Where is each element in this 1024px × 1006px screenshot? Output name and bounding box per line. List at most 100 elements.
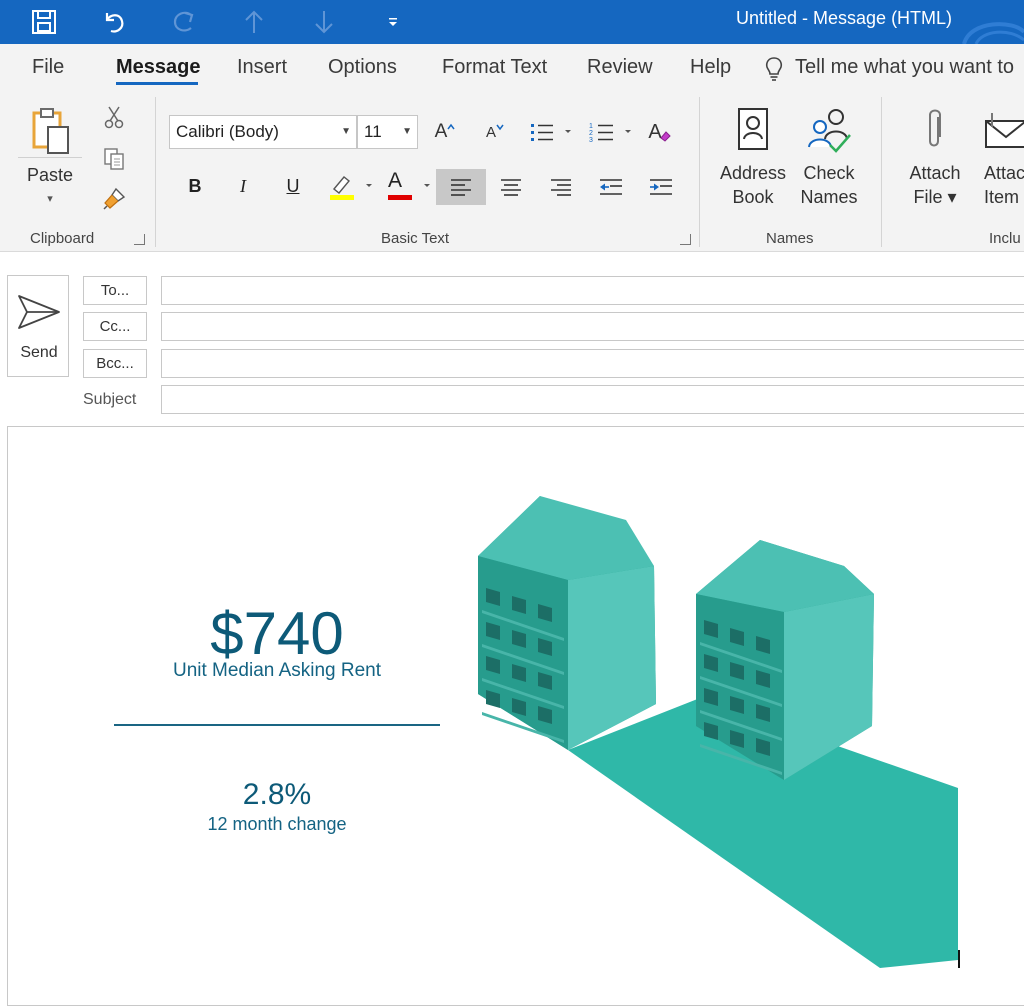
increase-indent-button[interactable] [644,169,678,205]
ribbon-separator [881,97,882,247]
grow-font-letter: A [434,121,448,142]
attach-item-label-line2: Item [984,187,1020,207]
next-item-icon[interactable] [308,6,340,38]
check-names-label-line1: Check [803,163,855,183]
cut-button[interactable] [100,103,128,131]
window-title: Untitled - Message (HTML) [736,8,953,28]
shrink-font-button[interactable]: A [480,117,510,147]
title-bar: Untitled - Message (HTML) [0,0,1024,44]
underline-button[interactable]: U [276,169,310,203]
chevron-down-icon: ▼ [341,126,351,137]
shrink-font-letter: A [485,123,496,141]
up-caret-icon [447,123,455,130]
rent-label: Unit Median Asking Rent [172,660,382,681]
format-painter-button[interactable] [100,185,128,213]
buildings-illustration [478,496,960,968]
bold-button[interactable]: B [178,169,212,203]
menu-bar: File Message Insert Options Format Text … [0,44,1024,91]
align-center-button[interactable] [494,169,528,205]
send-label: Send [20,344,58,361]
tab-format-text[interactable]: Format Text [442,56,547,79]
paste-label: Paste [26,165,74,185]
down-caret-icon [496,124,504,131]
attach-item-button[interactable]: Attac Item [978,101,1024,213]
paste-caret: ▾ [47,193,53,205]
font-name-dropdown[interactable]: Calibri (Body) ▼ [169,115,357,149]
send-button[interactable]: Send [7,275,69,377]
highlight-button[interactable] [324,169,376,203]
numbering-icon: 1 2 3 [589,123,631,144]
active-tab-indicator [116,82,198,85]
envelope-icon [985,113,1024,148]
tab-help[interactable]: Help [690,56,731,79]
increase-indent-icon [650,179,672,195]
font-color-button[interactable]: A [382,169,434,203]
attach-file-label-line1: Attach [909,163,961,183]
font-name-value: Calibri (Body) [176,122,279,141]
tab-message[interactable]: Message [116,56,201,79]
cursor-marker [958,950,960,968]
copy-icon [104,148,124,170]
attach-file-button[interactable]: Attach File ▾ [900,101,970,213]
align-right-button[interactable] [544,169,578,205]
undo-icon[interactable] [98,6,130,38]
tab-review[interactable]: Review [587,56,653,79]
lightbulb-icon [765,57,783,81]
names-group-label: Names [766,230,814,247]
decrease-indent-icon [600,179,622,195]
check-names-button[interactable]: Check Names [794,101,864,213]
bcc-button[interactable]: Bcc... [83,349,147,378]
to-field[interactable] [161,276,1024,305]
subject-field[interactable] [161,385,1024,414]
cc-button[interactable]: Cc... [83,312,147,341]
eraser-icon [659,131,671,142]
include-group-label: Inclu [989,230,1021,247]
ribbon-separator [699,97,700,247]
decrease-indent-button[interactable] [594,169,628,205]
font-color-letter: A [388,169,403,192]
attach-item-label-line1: Attac [984,163,1024,183]
scissors-icon [104,106,124,129]
check-names-icon [808,109,851,153]
tab-file[interactable]: File [32,56,64,79]
address-book-icon [738,108,768,150]
svg-text:2: 2 [589,130,593,137]
address-book-button[interactable]: Address Book [716,101,790,213]
cc-field[interactable] [161,312,1024,341]
bullets-button[interactable] [524,117,574,147]
bullets-icon [531,124,571,141]
tab-options[interactable]: Options [328,56,397,79]
save-icon[interactable] [28,6,60,38]
svg-text:1: 1 [589,123,593,130]
check-names-label-line2: Names [800,187,858,207]
tab-insert[interactable]: Insert [237,56,287,79]
customize-toolbar-icon[interactable] [377,6,409,38]
basic-text-dialog-launcher[interactable] [680,234,691,245]
font-size-value: 11 [364,122,382,141]
align-left-button[interactable] [436,169,486,205]
address-book-label-line2: Book [732,187,774,207]
align-right-icon [551,179,571,196]
clipboard-dialog-launcher[interactable] [134,234,145,245]
bcc-field[interactable] [161,349,1024,378]
format-painter-icon [103,187,126,210]
numbering-button[interactable]: 1 2 3 [584,117,634,147]
highlighter-icon [330,176,372,200]
redo-icon[interactable] [168,6,200,38]
address-book-label-line1: Address [719,163,787,183]
ribbon-separator [155,97,156,247]
change-value: 2.8% [242,778,312,811]
change-label: 12 month change [207,814,347,834]
tell-me-search[interactable]: Tell me what you want to [795,56,1014,79]
clear-formatting-button[interactable]: A [644,117,676,147]
to-button[interactable]: To... [83,276,147,305]
italic-button[interactable]: I [226,169,260,203]
font-size-dropdown[interactable]: 11 ▼ [357,115,418,149]
previous-item-icon[interactable] [238,6,270,38]
paste-icon [32,108,69,154]
ribbon: Paste ▾ Clipboard Calibri (Body) ▼ 11 ▼ … [0,91,1024,252]
stat-divider [114,724,440,726]
paste-split-divider [18,157,82,158]
grow-font-button[interactable]: A [430,117,460,147]
copy-button[interactable] [100,145,128,173]
